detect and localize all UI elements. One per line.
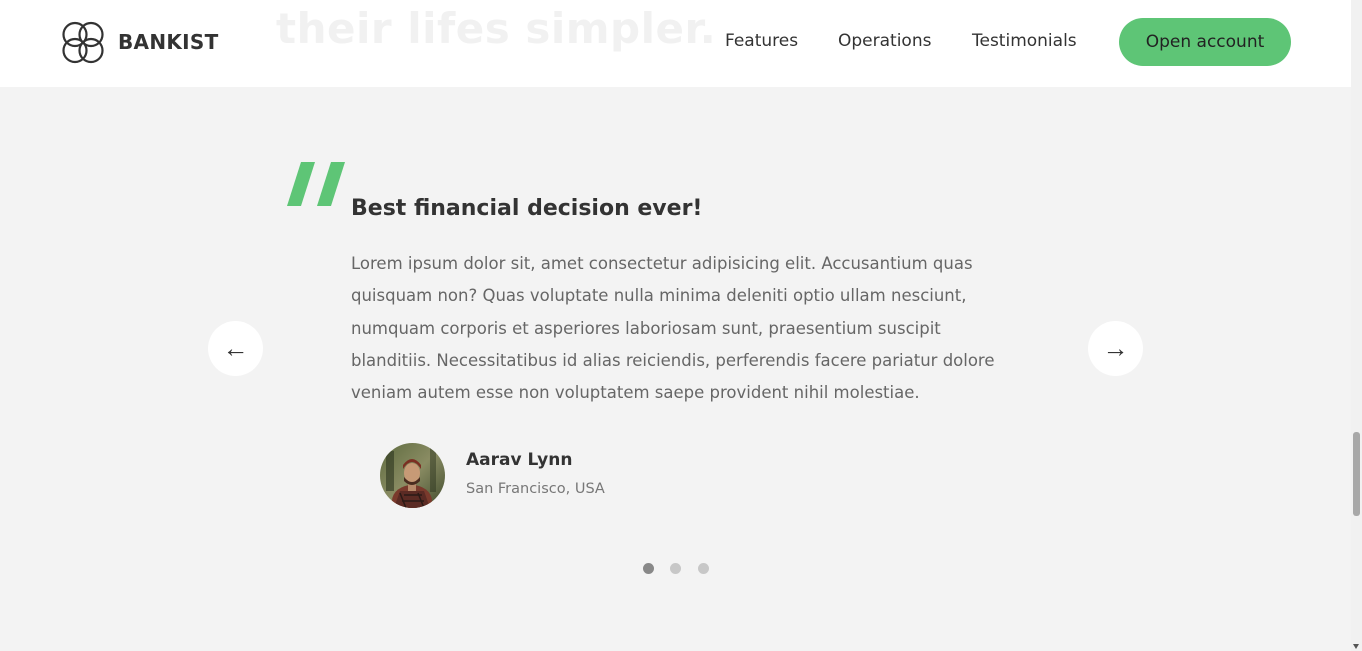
slider-next-button[interactable]: →: [1088, 321, 1143, 376]
quote-icon: [287, 162, 345, 206]
arrow-right-icon: →: [1102, 333, 1129, 363]
scrollbar-thumb[interactable]: [1353, 432, 1360, 516]
bankist-logo-icon[interactable]: [59, 19, 107, 66]
slider-dot-1[interactable]: [643, 563, 654, 574]
author-name: Aarav Lynn: [466, 450, 573, 470]
slider-prev-button[interactable]: ←: [208, 321, 263, 376]
testimonial-title: Best financial decision ever!: [351, 196, 703, 221]
open-account-button[interactable]: Open account: [1119, 18, 1291, 66]
slider-dot-3[interactable]: [698, 563, 709, 574]
slider-dot-2[interactable]: [670, 563, 681, 574]
author-avatar: [380, 443, 445, 508]
section-heading-background: their lifes simpler.: [276, 4, 717, 53]
author-location: San Francisco, USA: [466, 481, 605, 497]
navigation-bar: their lifes simpler. BANKIST Features Op…: [0, 0, 1351, 87]
nav-link-features[interactable]: Features: [725, 31, 798, 51]
brand-name[interactable]: BANKIST: [118, 30, 219, 54]
arrow-left-icon: ←: [222, 333, 249, 363]
page-scrollbar[interactable]: [1351, 0, 1362, 651]
slider-dots: [640, 561, 720, 575]
nav-link-operations[interactable]: Operations: [838, 31, 931, 51]
scroll-down-arrow-icon[interactable]: [1353, 644, 1359, 649]
nav-link-testimonials[interactable]: Testimonials: [972, 31, 1077, 51]
testimonial-text: Lorem ipsum dolor sit, amet consectetur …: [351, 254, 995, 403]
